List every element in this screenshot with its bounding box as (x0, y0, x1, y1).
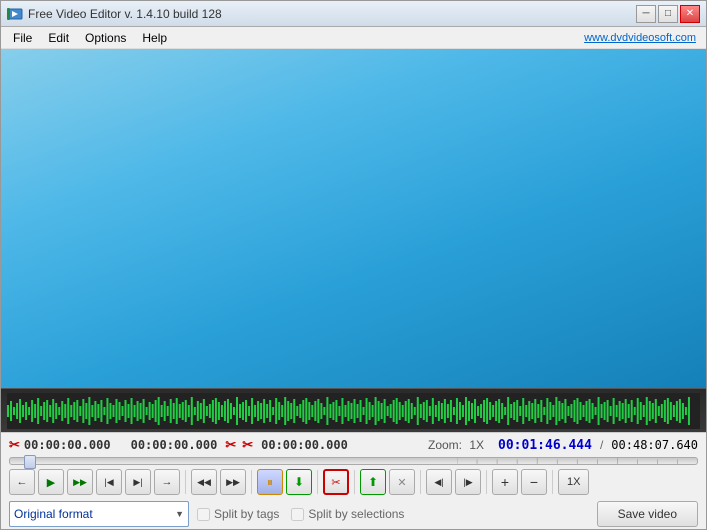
export-button[interactable]: ⬇ (286, 469, 312, 495)
forward-icon: → (162, 476, 173, 488)
menu-items: File Edit Options Help (5, 29, 175, 47)
timecode-row: ✂ 00:00:00.000 00:00:00.000 ✂ ✂ 00:00:00… (9, 437, 698, 453)
separator-7 (552, 470, 553, 494)
skip-back-button[interactable]: ◀◀ (191, 469, 217, 495)
website-link[interactable]: www.dvdvideosoft.com (584, 32, 702, 44)
skip-fwd-icon: ▶▶ (226, 477, 240, 488)
zoom-in-button[interactable]: + (492, 469, 518, 495)
menu-help[interactable]: Help (134, 29, 175, 47)
play-fast-button[interactable]: ▶▶ (67, 469, 93, 495)
play-icon: ▶ (47, 476, 55, 489)
plus-icon: + (501, 474, 509, 490)
trim-left-button[interactable]: ◀| (426, 469, 452, 495)
seek-ticks-svg (457, 458, 697, 464)
zoom-out-button[interactable]: − (521, 469, 547, 495)
format-select[interactable]: Original format AVI MP4 MKV MOV WMV MP3 … (9, 501, 189, 527)
end-cut-icon: ✂ (225, 437, 236, 453)
separator-4 (354, 470, 355, 494)
zoom-value: 1X (469, 438, 484, 452)
current-time: 00:01:46.444 (498, 438, 592, 453)
main-window: Free Video Editor v. 1.4.10 build 128 ─ … (0, 0, 707, 530)
separator-5 (420, 470, 421, 494)
title-bar: Free Video Editor v. 1.4.10 build 128 ─ … (1, 1, 706, 27)
menu-options[interactable]: Options (77, 29, 134, 47)
trim-right-icon: |▶ (463, 477, 472, 488)
pause-icon: ⏸ (267, 475, 273, 490)
speed-button[interactable]: 1X (558, 469, 589, 495)
bottom-row: Original format AVI MP4 MKV MOV WMV MP3 … (9, 499, 698, 527)
skip-fwd-button[interactable]: ▶▶ (220, 469, 246, 495)
forward-button[interactable]: → (154, 469, 180, 495)
seek-row (9, 457, 698, 465)
play-button[interactable]: ▶ (38, 469, 64, 495)
remove-button[interactable]: ✕ (389, 469, 415, 495)
close-button[interactable]: ✕ (680, 5, 700, 23)
next-frame-button[interactable]: ▶| (125, 469, 151, 495)
waveform-canvas: /* waveform drawn below */ (7, 393, 700, 429)
format-select-wrapper: Original format AVI MP4 MKV MOV WMV MP3 … (9, 501, 189, 527)
back-button[interactable]: ← (9, 469, 35, 495)
start-cut-icon: ✂ (9, 437, 20, 453)
cut-icon: ✂ (331, 476, 340, 489)
minimize-button[interactable]: ─ (636, 5, 656, 23)
seek-track[interactable] (9, 457, 698, 465)
window-controls: ─ □ ✕ (636, 5, 700, 23)
controls-area: ✂ 00:00:00.000 00:00:00.000 ✂ ✂ 00:00:00… (1, 432, 706, 529)
trim-right-button[interactable]: |▶ (455, 469, 481, 495)
download-icon: ⬇ (294, 475, 304, 489)
separator-6 (486, 470, 487, 494)
prev-frame-icon: |◀ (104, 477, 113, 488)
split-by-tags-text: Split by tags (214, 507, 279, 521)
split-by-tags-label[interactable]: Split by tags (197, 507, 279, 521)
menubar: File Edit Options Help www.dvdvideosoft.… (1, 27, 706, 49)
remove-icon: ✕ (397, 476, 406, 489)
speed-label: 1X (567, 476, 580, 488)
split-by-selections-label[interactable]: Split by selections (291, 507, 404, 521)
waveform-svg: /* waveform drawn below */ (7, 393, 700, 429)
upload-button[interactable]: ⬆ (360, 469, 386, 495)
maximize-button[interactable]: □ (658, 5, 678, 23)
minus-icon: − (530, 474, 538, 490)
app-icon (7, 6, 23, 22)
split-timecode: 00:00:00.000 (261, 438, 348, 452)
seek-thumb[interactable] (24, 455, 36, 469)
next-frame-icon: ▶| (133, 477, 142, 488)
pause-button[interactable]: ⏸ (257, 469, 283, 495)
skip-back-icon: ◀◀ (197, 477, 211, 488)
window-title: Free Video Editor v. 1.4.10 build 128 (28, 7, 636, 21)
split-by-selections-checkbox[interactable] (291, 508, 304, 521)
time-separator: / (600, 438, 603, 452)
zoom-label: Zoom: 1X (428, 438, 484, 452)
split-by-selections-text: Split by selections (308, 507, 404, 521)
checkbox-group: Split by tags Split by selections (197, 507, 589, 521)
back-icon: ← (17, 476, 28, 488)
sky-background (1, 49, 706, 388)
separator-1 (185, 470, 186, 494)
separator-3 (317, 470, 318, 494)
cut-button[interactable]: ✂ (323, 469, 349, 495)
split-cut-icon: ✂ (242, 437, 253, 453)
transport-buttons: ← ▶ ▶▶ |◀ ▶| → ◀◀ ▶▶ (9, 469, 698, 495)
waveform-bar[interactable]: /* waveform drawn below */ (1, 388, 706, 432)
play-fast-icon: ▶▶ (73, 477, 87, 488)
prev-frame-button[interactable]: |◀ (96, 469, 122, 495)
split-by-tags-checkbox[interactable] (197, 508, 210, 521)
video-display (1, 49, 706, 388)
menu-edit[interactable]: Edit (40, 29, 77, 47)
trim-left-icon: ◀| (434, 477, 443, 488)
separator-2 (251, 470, 252, 494)
total-time: 00:48:07.640 (611, 438, 698, 452)
end-timecode: 00:00:00.000 (131, 438, 218, 452)
video-scene (1, 49, 706, 388)
save-video-button[interactable]: Save video (597, 501, 698, 527)
start-timecode: 00:00:00.000 (24, 438, 111, 452)
upload-icon: ⬆ (368, 475, 378, 489)
menu-file[interactable]: File (5, 29, 40, 47)
